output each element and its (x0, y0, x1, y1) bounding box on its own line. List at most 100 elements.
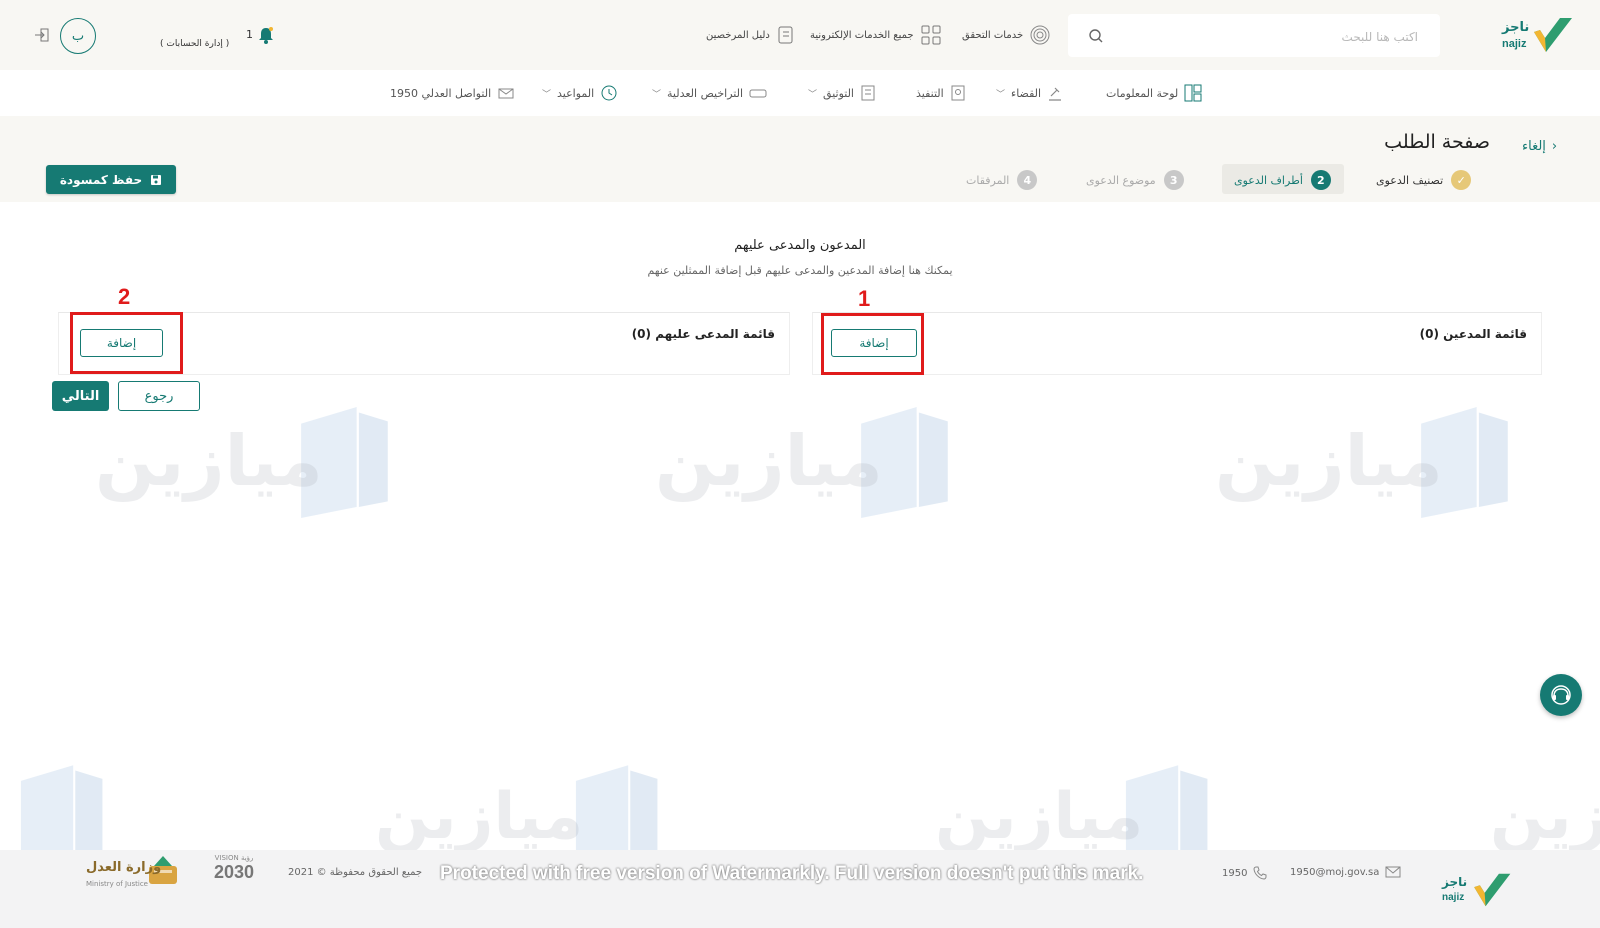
top-header: ناجز najiz خدمات التحقق جميع الخدمات الإ… (0, 0, 1600, 70)
chevron-down-icon: ﹀ (542, 89, 552, 100)
logout-icon[interactable] (34, 27, 50, 43)
watermark-text: ميازين (95, 420, 323, 502)
nav-documentation[interactable]: التوثيق ﹀ (808, 80, 876, 106)
dashboard-icon (1184, 84, 1202, 102)
main-nav (0, 70, 1600, 117)
step-case-classification[interactable]: ✓ تصنيف الدعوى (1376, 166, 1472, 194)
envelope-icon (498, 88, 514, 99)
step-label: المرفقات (966, 173, 1010, 187)
annotation-box-1 (821, 313, 924, 375)
search-bar (1068, 14, 1440, 59)
save-icon (151, 174, 162, 185)
watermark-text: ميازين (935, 780, 1144, 854)
watermark-logo (850, 400, 950, 529)
brand-name: ناجز (1442, 875, 1468, 889)
clock-icon (601, 85, 617, 101)
email-text: 1950@moj.gov.sa (1290, 866, 1380, 878)
ministry-name-en: Ministry of Justice (86, 880, 148, 888)
page-title: صفحة الطلب (1384, 131, 1490, 153)
document-icon (861, 85, 875, 101)
step-case-subject[interactable]: 3 موضوع الدعوى (1086, 166, 1184, 194)
watermark-text: ميازين (1215, 420, 1443, 502)
nav-label: التراخيص العدلية (667, 86, 744, 100)
annotation-box-2 (70, 312, 183, 374)
vision-year: 2030 (213, 862, 255, 882)
nav-judiciary[interactable]: القضاء ﹀ (996, 80, 1065, 106)
step-label: تصنيف الدعوى (1376, 173, 1444, 187)
accounts-management-link[interactable]: ( إدارة الحسابات ) (160, 39, 229, 49)
annotation-number-2: 2 (118, 284, 131, 309)
step-number: 3 (1163, 170, 1184, 190)
watermark-logo (290, 400, 390, 529)
step-attachments[interactable]: 4 المرفقات (966, 166, 1038, 194)
save-draft-label: حفظ كمسودة (59, 172, 143, 187)
headset-icon (1551, 685, 1571, 705)
nav-dashboard[interactable]: لوحة المعلومات (1106, 80, 1202, 106)
cancel-link[interactable]: ‹ إلغاء (1522, 139, 1557, 154)
execution-icon (951, 85, 965, 101)
defendants-title: قائمة المدعى عليهم (0) (631, 327, 775, 341)
phone-icon (1253, 866, 1267, 880)
brand-sub: najiz (1502, 38, 1527, 50)
step-case-parties[interactable]: 2 أطراف الدعوى (1234, 166, 1331, 194)
cancel-label: إلغاء (1522, 139, 1546, 154)
brand-name: ناجز (1502, 20, 1530, 35)
help-chat-button[interactable] (1540, 674, 1582, 716)
nav-label: التواصل العدلي 1950 (390, 86, 492, 100)
vision-2030-logo: VISION رؤية 2030 (206, 854, 262, 894)
nav-execution[interactable]: التنفيذ (916, 80, 966, 106)
save-draft-button[interactable]: حفظ كمسودة (46, 165, 176, 194)
watermark-text: ميازين (375, 780, 584, 854)
nav-judicial-licenses[interactable]: التراخيص العدلية ﹀ (652, 80, 767, 106)
nav-label: لوحة المعلومات (1106, 86, 1179, 100)
watermark-text: ميازين (655, 420, 883, 502)
watermark-logo (1410, 400, 1510, 529)
gavel-icon (1049, 87, 1062, 101)
section-subtitle: يمكنك هنا إضافة المدعين والمدعى عليهم قب… (647, 264, 953, 277)
nav-label: القضاء (1011, 86, 1042, 100)
request-header (0, 116, 1600, 202)
fingerprint-icon (1030, 25, 1050, 45)
footer-email[interactable]: 1950@moj.gov.sa (1290, 866, 1401, 878)
licensees-guide-link[interactable]: دليل المرخصين (706, 22, 796, 48)
annotation-number-1: 1 (858, 286, 871, 311)
nav-label: التوثيق (823, 86, 854, 100)
step-number: 2 (1310, 170, 1331, 190)
section-title: المدعون والمدعى عليهم (734, 238, 866, 253)
nav-label: المواعيد (557, 86, 595, 100)
avatar-initial: ب (71, 28, 85, 44)
all-eservices-link[interactable]: جميع الخدمات الإلكترونية (810, 22, 942, 48)
step-label: أطراف الدعوى (1234, 173, 1303, 187)
check-icon: ✓ (1451, 170, 1472, 190)
footer: ناجز najiz 1950@moj.gov.sa 1950 Protecte… (0, 850, 1600, 928)
avatar[interactable]: ب (60, 18, 96, 54)
chevron-left-icon: ‹ (1551, 139, 1558, 154)
nav-judicial-contact[interactable]: التواصل العدلي 1950 (390, 80, 515, 106)
footer-phone[interactable]: 1950 (1222, 866, 1267, 880)
nav-label: التنفيذ (916, 86, 944, 100)
najiz-logo[interactable]: ناجز najiz (1500, 14, 1575, 56)
link-label: خدمات التحقق (962, 29, 1024, 41)
license-icon (749, 89, 767, 98)
back-button[interactable]: رجوع (118, 381, 200, 411)
watermark-text: ميازين (1490, 780, 1600, 854)
notifications[interactable]: 1 (244, 25, 276, 47)
footer-najiz-logo[interactable]: ناجز najiz (1440, 870, 1515, 910)
grid-icon (921, 25, 941, 45)
search-icon[interactable] (1088, 28, 1104, 44)
verification-services-link[interactable]: خدمات التحقق (962, 22, 1051, 48)
link-label: دليل المرخصين (706, 29, 770, 41)
next-button[interactable]: التالي (52, 381, 109, 411)
vision-label: VISION رؤية (214, 854, 254, 862)
ministry-of-justice-logo: وزارة العدل Ministry of Justice (86, 854, 182, 894)
bell-icon (259, 27, 273, 44)
plaintiffs-title: قائمة المدعين (0) (1419, 327, 1527, 341)
chevron-down-icon: ﹀ (808, 89, 818, 100)
search-input[interactable] (1116, 14, 1420, 59)
envelope-icon (1385, 866, 1401, 878)
nav-appointments[interactable]: المواعيد ﹀ (542, 80, 618, 106)
ministry-name-ar: وزارة العدل (86, 860, 162, 875)
step-number: 4 (1017, 170, 1038, 190)
chevron-down-icon: ﹀ (652, 89, 662, 100)
link-label: جميع الخدمات الإلكترونية (810, 29, 914, 41)
